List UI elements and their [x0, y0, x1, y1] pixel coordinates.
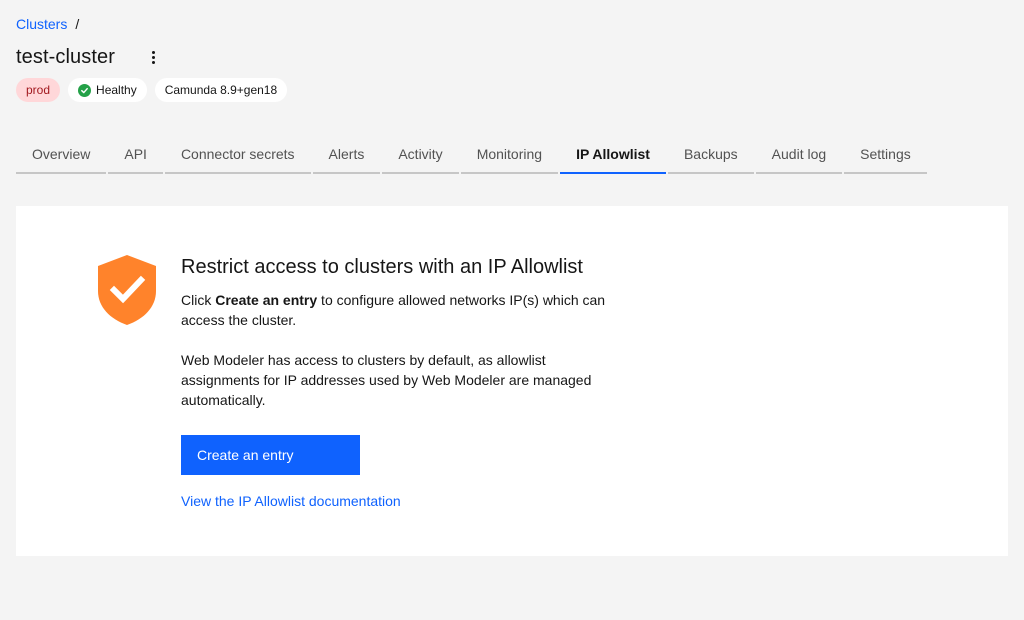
tab-connector-secrets[interactable]: Connector secrets — [164, 136, 311, 174]
tab-audit-log[interactable]: Audit log — [755, 136, 843, 174]
overflow-menu-icon[interactable] — [143, 45, 163, 69]
web-modeler-note: Web Modeler has access to clusters by de… — [181, 352, 592, 408]
health-tag-label: Healthy — [96, 83, 137, 97]
breadcrumb-separator: / — [75, 16, 80, 32]
documentation-link[interactable]: View the IP Allowlist documentation — [181, 493, 611, 509]
env-tag: prod — [16, 78, 61, 102]
health-tag: Healthy — [68, 78, 147, 102]
breadcrumb-clusters-link[interactable]: Clusters — [16, 16, 67, 32]
page-title: test-cluster — [16, 45, 116, 68]
shield-check-icon — [98, 255, 156, 325]
tab-backups[interactable]: Backups — [667, 136, 754, 174]
title-row: test-cluster — [16, 45, 163, 69]
empty-state-content: Restrict access to clusters with an IP A… — [181, 256, 611, 509]
description-bold: Create an entry — [215, 292, 318, 308]
tab-monitoring[interactable]: Monitoring — [460, 136, 559, 174]
checkmark-circle-icon — [78, 83, 92, 97]
empty-state-heading: Restrict access to clusters with an IP A… — [181, 256, 583, 278]
create-entry-button[interactable]: Create an entry — [181, 435, 360, 475]
tab-ip-allowlist[interactable]: IP Allowlist — [560, 136, 666, 174]
description-prefix: Click — [181, 292, 216, 308]
tab-settings[interactable]: Settings — [844, 136, 927, 174]
tab-alerts[interactable]: Alerts — [312, 136, 381, 174]
ip-allowlist-empty-state: Restrict access to clusters with an IP A… — [16, 206, 1008, 556]
breadcrumb: Clusters / — [16, 16, 79, 32]
empty-state-description: Click Create an entry to configure allow… — [181, 290, 611, 330]
env-tag-label: prod — [26, 83, 51, 97]
tab-overview[interactable]: Overview — [16, 136, 107, 174]
cluster-tags: prod Healthy Camunda 8.9+gen18 — [16, 78, 288, 102]
tab-api[interactable]: API — [108, 136, 163, 174]
version-tag: Camunda 8.9+gen18 — [154, 78, 288, 102]
version-tag-label: Camunda 8.9+gen18 — [164, 83, 278, 97]
tab-activity[interactable]: Activity — [382, 136, 459, 174]
tab-bar: Overview API Connector secrets Alerts Ac… — [16, 136, 929, 174]
